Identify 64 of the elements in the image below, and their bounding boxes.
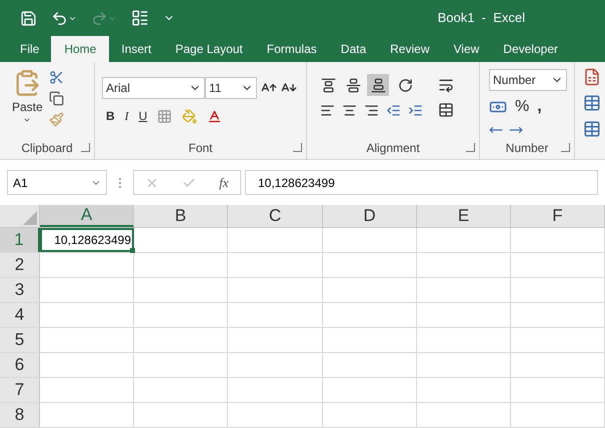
column-header[interactable]: E [417, 205, 511, 227]
column-header[interactable]: F [511, 205, 605, 227]
wrap-text-icon[interactable] [438, 77, 454, 93]
group-label: Clipboard [21, 140, 73, 157]
fill-color-icon[interactable] [182, 108, 198, 124]
row-header[interactable]: 3 [0, 278, 40, 302]
group-label: Font [188, 140, 212, 157]
font-name-field[interactable]: Arial [102, 77, 205, 99]
dialog-launcher-icon[interactable] [293, 143, 302, 152]
bold-button[interactable]: B [106, 107, 115, 125]
ribbon-tab[interactable]: Review [378, 36, 442, 62]
ribbon-tab[interactable]: File [8, 36, 52, 62]
save-icon[interactable] [20, 10, 37, 26]
align-right-icon[interactable] [364, 102, 379, 118]
column-header[interactable]: C [228, 205, 323, 227]
caret-icon [23, 116, 32, 124]
ribbon-tab[interactable]: Insert [109, 36, 164, 62]
vertical-align-button[interactable] [367, 74, 389, 96]
dialog-launcher-icon[interactable] [466, 143, 475, 152]
ribbon-tab[interactable]: Data [328, 36, 378, 62]
name-box[interactable]: A1 [7, 170, 107, 195]
borders-icon[interactable] [157, 108, 172, 124]
copy-icon[interactable] [48, 91, 64, 106]
ribbon-tab[interactable]: View [442, 36, 492, 62]
undo-icon[interactable] [51, 10, 68, 26]
form-icon[interactable] [131, 9, 149, 27]
increase-indent-icon[interactable] [408, 102, 423, 118]
merge-cells-icon[interactable] [438, 102, 454, 118]
font-size-field[interactable]: 11 [205, 77, 257, 99]
ribbon-tab[interactable]: Page Layout [163, 36, 255, 62]
formula-input[interactable]: 10,128623499 [245, 170, 598, 195]
decrease-indent-icon[interactable] [386, 102, 401, 118]
row-header[interactable]: 6 [0, 353, 40, 377]
underline-button[interactable]: U [138, 107, 148, 125]
dialog-launcher-icon[interactable] [81, 143, 90, 152]
column-header[interactable]: A [40, 205, 134, 227]
row-header[interactable]: 5 [0, 328, 40, 352]
row-header[interactable]: 4 [0, 303, 40, 327]
font-color-icon[interactable] [207, 108, 222, 124]
column-header[interactable]: B [134, 205, 228, 227]
row-header[interactable]: 2 [0, 253, 40, 277]
percent-button[interactable]: % [515, 95, 530, 119]
insert-function-button[interactable]: fx [219, 172, 229, 192]
orientation-icon[interactable] [398, 78, 413, 92]
row-header[interactable]: 7 [0, 378, 40, 402]
paste-button[interactable]: Paste [12, 68, 43, 137]
number-format-field[interactable]: Number [489, 69, 567, 91]
row-header[interactable]: 8 [0, 403, 40, 427]
comma-button[interactable]: , [537, 95, 542, 119]
italic-button[interactable]: I [124, 107, 129, 125]
cell[interactable]: 10,128623499 [40, 228, 134, 252]
splitter-handle[interactable] [119, 178, 121, 188]
window-title: Book1 - Excel [438, 9, 525, 28]
column-header[interactable]: D [323, 205, 417, 227]
row-header[interactable]: 1 [0, 228, 40, 252]
align-center-icon[interactable] [342, 102, 357, 118]
ribbon-tab[interactable]: Home [51, 36, 110, 62]
align-left-icon[interactable] [320, 102, 335, 118]
group-label: Alignment [366, 140, 420, 157]
ribbon-tab[interactable]: Formulas [254, 36, 329, 62]
dialog-launcher-icon[interactable] [561, 143, 570, 152]
group-label: Number [506, 140, 548, 157]
cut-icon[interactable] [48, 70, 64, 85]
ribbon-tab[interactable]: Developer [491, 36, 570, 62]
